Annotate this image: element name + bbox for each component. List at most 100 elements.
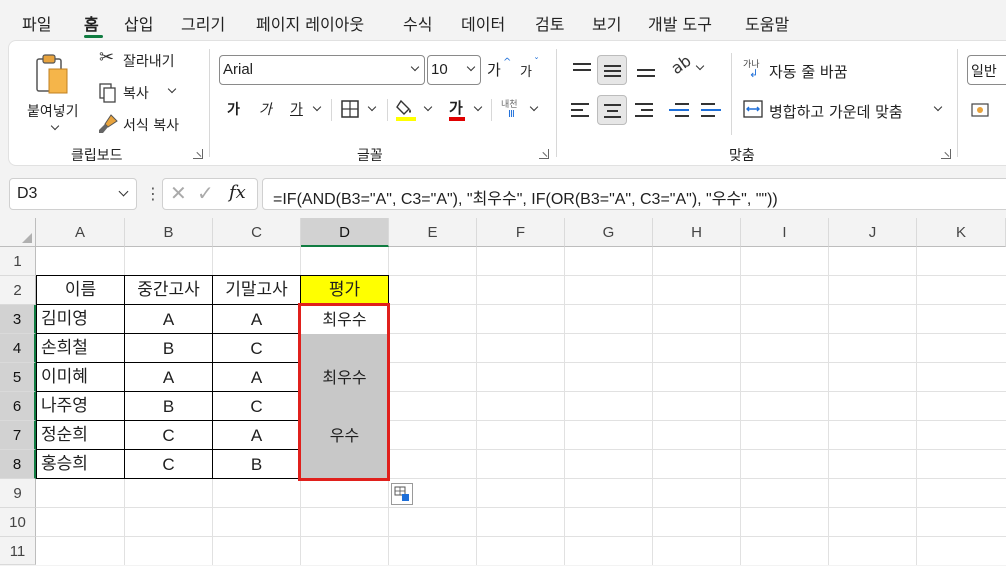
tab-view[interactable]: 보기 [592,11,621,35]
font-name-chevron-icon[interactable] [410,62,420,72]
formula-input[interactable]: =IF(AND(B3="A", C3="A"), "최우수", IF(OR(B3… [262,178,1006,210]
clipboard-launcher-icon[interactable] [193,149,203,159]
font-launcher-icon[interactable] [539,149,549,159]
row-header-10[interactable]: 10 [0,508,36,537]
insert-function-icon[interactable]: fx [229,182,246,203]
border-chevron-icon[interactable] [367,102,377,112]
name-box[interactable]: D3 [9,178,137,210]
accounting-format-icon[interactable] [971,101,993,119]
more-options-icon[interactable]: ⋮ [145,184,161,203]
row-header-6[interactable]: 6 [0,392,36,421]
header-midterm-cell[interactable]: 중간고사 [125,276,212,305]
phonetic-chevron-icon[interactable] [529,102,539,112]
underline-button[interactable]: 가 [290,99,303,119]
font-size-chevron-icon[interactable] [466,62,476,72]
header-final-cell[interactable]: 기말고사 [213,276,300,305]
table-cell[interactable]: 손희철 [37,334,124,363]
border-icon[interactable] [341,100,359,118]
tab-formulas[interactable]: 수식 [403,11,432,35]
column-header-b[interactable]: B [125,218,213,247]
row-header-8[interactable]: 8 [0,450,36,479]
quick-analysis-button[interactable] [391,483,413,505]
table-cell[interactable]: 나주영 [37,392,124,421]
table-cell[interactable]: A [213,363,300,392]
copy-button[interactable]: 복사 [97,81,197,105]
select-all-corner[interactable] [0,218,36,247]
align-middle-button[interactable] [597,55,627,85]
row-header-11[interactable]: 11 [0,537,36,565]
table-cell[interactable]: C [213,334,300,363]
table-cell[interactable] [301,392,388,421]
row-header-2[interactable]: 2 [0,276,36,305]
table-cell[interactable]: 최우수 [301,305,388,334]
column-header-f[interactable]: F [477,218,565,247]
merge-center-chevron-icon[interactable] [933,102,943,112]
font-size-combo[interactable]: 10 [427,55,481,85]
number-format-combo[interactable]: 일반 [967,55,1006,85]
row-header-9[interactable]: 9 [0,479,36,508]
row-header-1[interactable]: 1 [0,247,36,276]
align-right-button[interactable] [631,95,661,125]
align-bottom-button[interactable] [631,55,661,85]
column-header-a[interactable]: A [36,218,125,247]
tab-data[interactable]: 데이터 [461,11,505,35]
tab-page-layout[interactable]: 페이지 레이아웃 [256,11,364,35]
row-header-4[interactable]: 4 [0,334,36,363]
wrap-text-button[interactable]: 가나 ↲ 자동 줄 바꿈 [743,57,873,83]
table-cell[interactable]: A [213,421,300,450]
header-name-cell[interactable]: 이름 [37,276,124,305]
table-cell[interactable]: C [125,450,212,479]
column-header-k[interactable]: K [917,218,1006,247]
font-color-chevron-icon[interactable] [473,102,483,112]
name-box-chevron-icon[interactable] [118,186,129,197]
table-cell[interactable] [301,450,388,479]
column-header-j[interactable]: J [829,218,917,247]
cancel-icon[interactable]: ✕ [170,181,187,205]
font-color-button[interactable]: 가 [449,97,463,118]
table-cell[interactable]: 홍승희 [37,450,124,479]
table-cell[interactable]: C [213,392,300,421]
align-top-button[interactable] [567,55,597,85]
tab-help[interactable]: 도움말 [745,11,789,35]
grow-font-button[interactable]: 가 ^ [485,55,515,85]
table-cell[interactable]: B [125,334,212,363]
font-name-combo[interactable]: Arial [219,55,425,85]
tab-home[interactable]: 홈 [84,11,99,35]
table-cell[interactable]: A [125,305,212,334]
orientation-icon[interactable]: ab [667,51,694,78]
column-header-c[interactable]: C [213,218,301,247]
decrease-indent-button[interactable] [665,95,695,125]
table-cell[interactable]: 김미영 [37,305,124,334]
table-cell[interactable]: A [125,363,212,392]
italic-button[interactable]: 가 [259,99,272,119]
table-cell[interactable]: A [213,305,300,334]
column-header-i[interactable]: I [741,218,829,247]
tab-file[interactable]: 파일 [22,11,51,35]
table-cell[interactable]: B [125,392,212,421]
tab-developer[interactable]: 개발 도구 [648,11,712,35]
align-left-button[interactable] [567,95,597,125]
merge-center-button[interactable]: 병합하고 가운데 맞춤 [743,97,953,123]
shrink-font-button[interactable]: 가 ˇ [517,55,547,85]
column-header-g[interactable]: G [565,218,653,247]
row-header-7[interactable]: 7 [0,421,36,450]
format-painter-button[interactable]: 서식 복사 [97,113,197,137]
table-cell[interactable]: C [125,421,212,450]
cut-button[interactable]: ✂ 잘라내기 [97,47,197,73]
table-cell[interactable]: 이미혜 [37,363,124,392]
orientation-chevron-icon[interactable] [695,61,705,71]
table-cell[interactable]: B [213,450,300,479]
row-header-3[interactable]: 3 [0,305,36,334]
fill-color-chevron-icon[interactable] [423,102,433,112]
table-cell[interactable]: 최우수 [301,363,388,392]
table-cell[interactable] [301,334,388,363]
underline-chevron-icon[interactable] [312,102,322,112]
column-header-d[interactable]: D [301,218,389,247]
tab-insert[interactable]: 삽입 [124,11,153,35]
header-grade-cell[interactable]: 평가 [301,276,388,305]
tab-review[interactable]: 검토 [535,11,564,35]
column-header-h[interactable]: H [653,218,741,247]
bold-button[interactable]: 가 [227,99,240,119]
paste-dropdown-chevron-icon[interactable] [50,121,60,131]
alignment-launcher-icon[interactable] [941,149,951,159]
